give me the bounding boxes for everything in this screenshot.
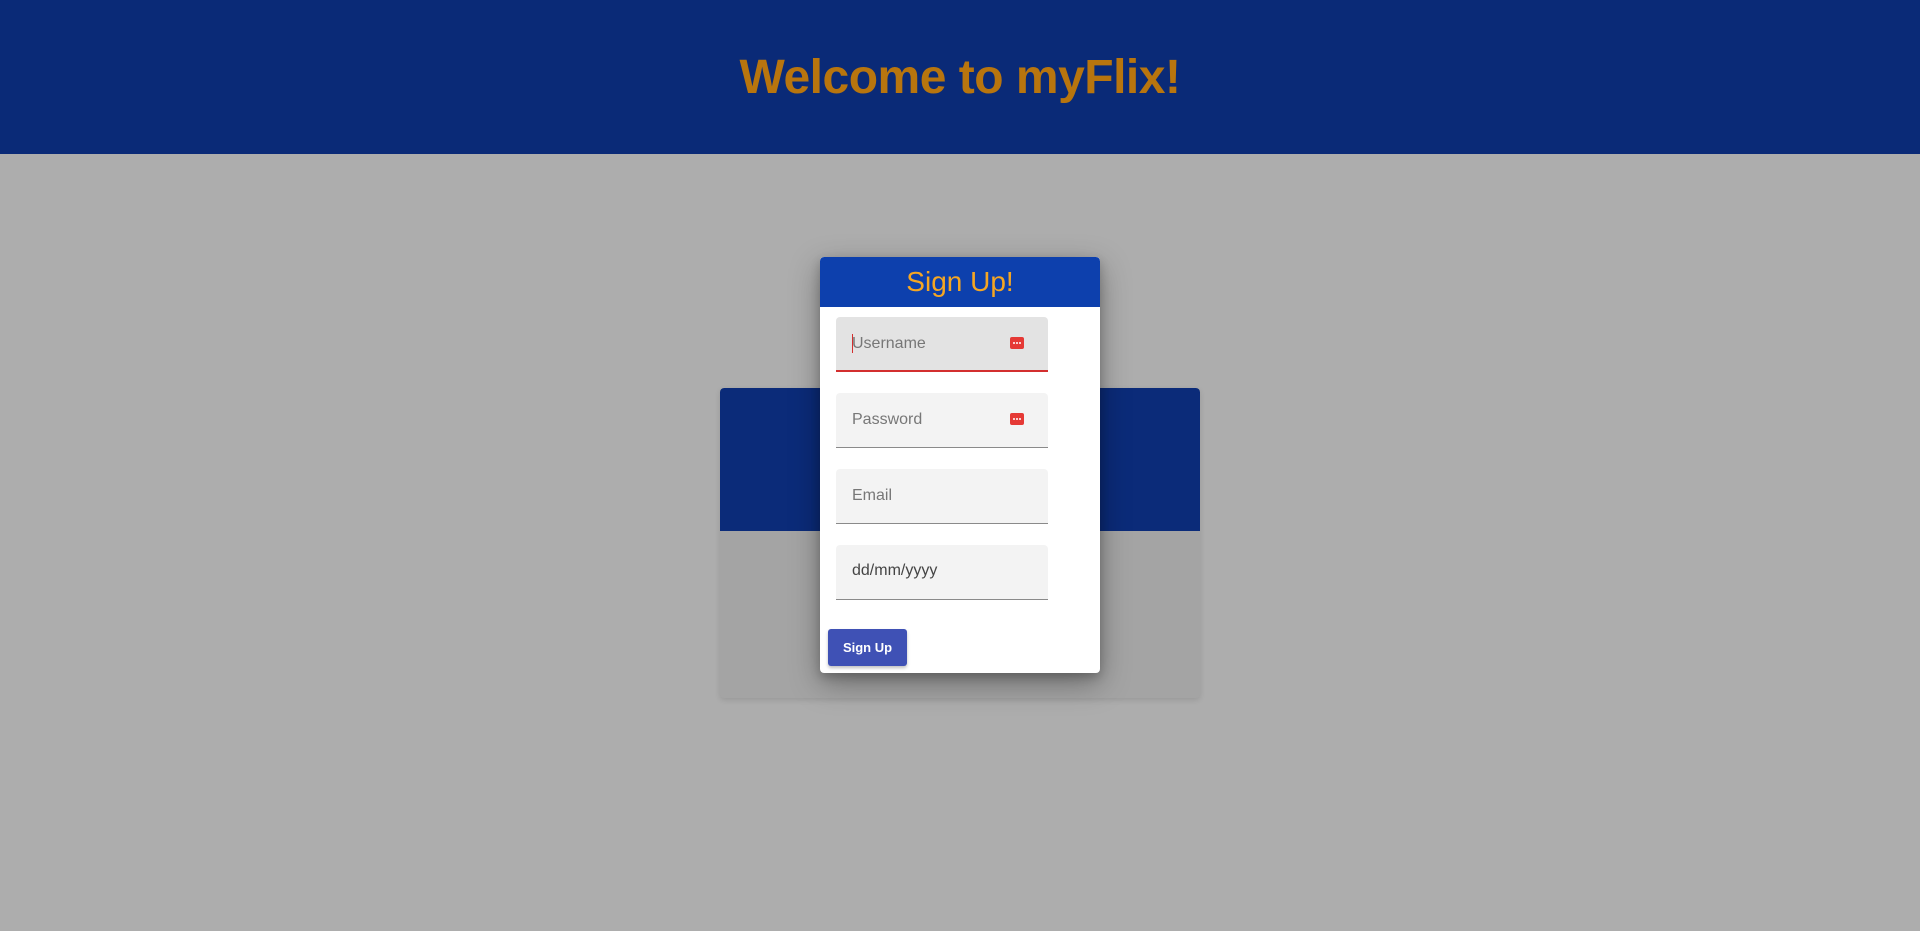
signup-modal-title: Sign Up! [906, 266, 1014, 297]
app-title: Welcome to myFlix! [739, 50, 1181, 104]
birthday-field[interactable]: dd/mm/yyyy [836, 545, 1048, 600]
birthday-date-input[interactable]: dd/mm/yyyy [852, 545, 937, 597]
password-input[interactable] [852, 393, 1002, 447]
signup-modal: Sign Up! dd/mm/yyyy Sign Up [820, 257, 1100, 673]
username-input[interactable] [852, 317, 1002, 370]
email-input[interactable] [852, 469, 1002, 523]
password-manager-key-icon[interactable] [1010, 337, 1024, 349]
text-caret [852, 334, 853, 353]
password-field[interactable] [836, 393, 1048, 448]
password-manager-key-icon[interactable] [1010, 413, 1024, 425]
username-field[interactable] [836, 317, 1048, 372]
app-header: Welcome to myFlix! [0, 0, 1920, 154]
sign-up-button[interactable]: Sign Up [828, 629, 907, 666]
email-field[interactable] [836, 469, 1048, 524]
signup-modal-header: Sign Up! [820, 257, 1100, 307]
